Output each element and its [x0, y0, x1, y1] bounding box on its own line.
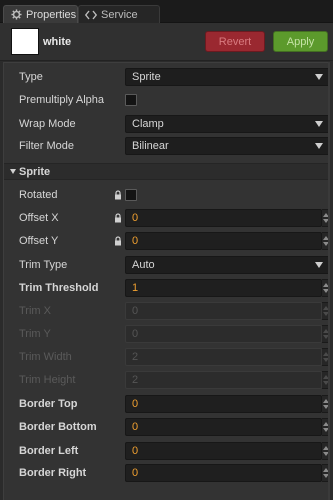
- offset-x-label: Offset X: [19, 212, 59, 224]
- tab-bar: Properties Service: [0, 0, 333, 23]
- code-icon: [85, 9, 97, 21]
- sprite-section-header[interactable]: Sprite: [4, 163, 329, 180]
- border-bottom-label: Border Bottom: [19, 421, 97, 433]
- border-bottom-input[interactable]: 0: [125, 418, 322, 436]
- filter-mode-row: Filter Mode Bilinear: [4, 135, 330, 158]
- trim-width-input: 2: [125, 348, 322, 366]
- trim-x-label: Trim X: [19, 305, 51, 317]
- trim-threshold-row: Trim Threshold 1: [4, 277, 330, 300]
- trim-x-input: 0: [125, 302, 322, 320]
- trim-type-value: Auto: [132, 259, 155, 271]
- texture-preview: [11, 28, 39, 55]
- trim-height-input: 2: [125, 371, 322, 389]
- tab-service[interactable]: Service: [78, 5, 160, 23]
- wrap-mode-select[interactable]: Clamp: [125, 115, 330, 133]
- filter-mode-label: Filter Mode: [19, 140, 75, 152]
- trim-type-select[interactable]: Auto: [125, 256, 330, 274]
- trim-y-label: Trim Y: [19, 328, 51, 340]
- trim-height-label: Trim Height: [19, 374, 76, 386]
- dropdown-arrow-icon: [315, 143, 323, 149]
- trim-height-row: Trim Height 2: [4, 369, 330, 392]
- dropdown-arrow-icon: [315, 121, 323, 127]
- border-right-label: Border Right: [19, 467, 87, 479]
- trim-y-row: Trim Y 0: [4, 323, 330, 346]
- filter-mode-select[interactable]: Bilinear: [125, 137, 330, 155]
- border-top-input[interactable]: 0: [125, 395, 322, 413]
- lock-icon[interactable]: [114, 190, 122, 200]
- premultiply-checkbox[interactable]: [125, 94, 137, 106]
- dropdown-arrow-icon: [315, 262, 323, 268]
- dropdown-arrow-icon: [315, 74, 323, 80]
- lock-icon[interactable]: [114, 236, 122, 246]
- asset-header: white Revert Apply: [0, 23, 333, 61]
- type-value: Sprite: [132, 71, 161, 83]
- sprite-section-label: Sprite: [19, 166, 51, 178]
- tab-properties-label: Properties: [26, 8, 77, 21]
- lock-icon[interactable]: [114, 213, 122, 223]
- collapse-triangle-icon: [10, 169, 16, 174]
- rotated-row: Rotated: [4, 184, 324, 207]
- filter-mode-value: Bilinear: [132, 140, 169, 152]
- border-left-label: Border Left: [19, 445, 79, 457]
- apply-button[interactable]: Apply: [273, 31, 328, 52]
- border-left-row: Border Left 0: [4, 440, 330, 463]
- asset-name: white: [43, 36, 72, 48]
- border-right-row: Border Right 0: [4, 462, 330, 485]
- type-label: Type: [19, 71, 43, 83]
- rotated-label: Rotated: [19, 189, 58, 201]
- rotated-checkbox[interactable]: [125, 189, 137, 201]
- offset-y-input[interactable]: 0: [125, 232, 322, 250]
- trim-width-row: Trim Width 2: [4, 346, 330, 369]
- trim-width-label: Trim Width: [19, 351, 72, 363]
- trim-type-label: Trim Type: [19, 259, 68, 271]
- trim-x-row: Trim X 0: [4, 300, 330, 323]
- border-right-input[interactable]: 0: [125, 464, 322, 482]
- type-row: Type Sprite: [4, 66, 330, 89]
- offset-x-input[interactable]: 0: [125, 209, 322, 227]
- trim-y-input: 0: [125, 325, 322, 343]
- premultiply-label: Premultiply Alpha: [19, 94, 104, 106]
- gear-icon: [10, 9, 22, 21]
- trim-threshold-label: Trim Threshold: [19, 282, 99, 294]
- type-select[interactable]: Sprite: [125, 68, 330, 86]
- border-bottom-row: Border Bottom 0: [4, 416, 330, 439]
- wrap-mode-label: Wrap Mode: [19, 118, 76, 130]
- revert-button[interactable]: Revert: [205, 31, 265, 52]
- trim-type-row: Trim Type Auto: [4, 254, 330, 277]
- tab-service-label: Service: [101, 8, 138, 21]
- trim-threshold-input[interactable]: 1: [125, 279, 322, 297]
- panel-scrollbar[interactable]: [328, 62, 330, 500]
- premultiply-row: Premultiply Alpha: [4, 89, 324, 112]
- border-top-label: Border Top: [19, 398, 78, 410]
- properties-panel: Type Sprite Premultiply Alpha Wrap Mode …: [3, 62, 330, 500]
- offset-y-label: Offset Y: [19, 235, 59, 247]
- border-left-input[interactable]: 0: [125, 442, 322, 460]
- border-top-row: Border Top 0: [4, 393, 330, 416]
- wrap-mode-row: Wrap Mode Clamp: [4, 113, 330, 136]
- offset-x-row: Offset X 0: [4, 207, 330, 230]
- wrap-mode-value: Clamp: [132, 118, 164, 130]
- tab-properties[interactable]: Properties: [3, 5, 78, 23]
- offset-y-row: Offset Y 0: [4, 230, 330, 253]
